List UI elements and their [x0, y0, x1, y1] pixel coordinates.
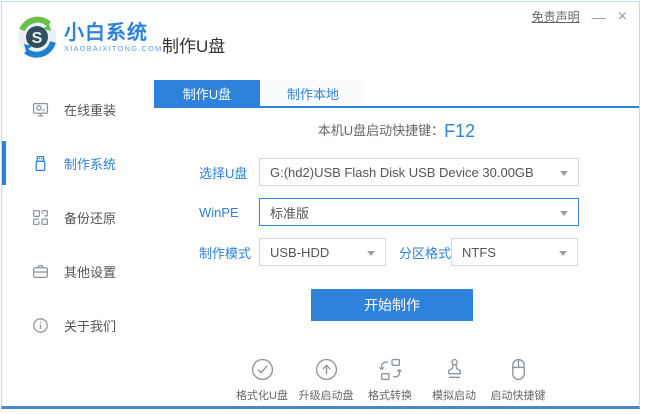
partition-select[interactable]: NTFS	[451, 238, 578, 266]
main-panel: 制作U盘 制作本地 本机U盘启动快捷键：F12 选择U盘 G:(hd2)USB …	[154, 80, 639, 406]
winpe-select[interactable]: 标准版	[259, 198, 579, 226]
header: S 小白系统 XIAOBAIXITONG.COM 制作U盘 免责声明 — ×	[2, 2, 639, 80]
disclaimer-link[interactable]: 免责声明	[532, 8, 580, 25]
sidebar-item-label: 关于我们	[64, 316, 116, 335]
sidebar-item-label: 在线重装	[64, 100, 116, 119]
sidebar-item-label: 其他设置	[64, 262, 116, 281]
brand-name: 小白系统	[64, 22, 163, 44]
chevron-down-icon	[559, 251, 567, 256]
sidebar-item-online-reinstall[interactable]: 在线重装	[2, 82, 154, 136]
mode-select[interactable]: USB-HDD	[259, 238, 386, 266]
tab-make-usb[interactable]: 制作U盘	[154, 80, 260, 106]
sidebar: 在线重装 制作系统 备份还原	[2, 80, 154, 406]
usb-select[interactable]: G:(hd2)USB Flash Disk USB Device 30.00GB	[259, 158, 579, 186]
winpe-select-label: WinPE	[199, 205, 259, 220]
window-controls: 免责声明 — ×	[532, 8, 627, 25]
upgrade-arrow-icon	[314, 357, 339, 382]
tool-format-convert[interactable]: 格式转换	[358, 357, 422, 403]
hotkey-mouse-icon	[506, 357, 531, 382]
minimize-button[interactable]: —	[592, 10, 606, 24]
usb-form: 选择U盘 G:(hd2)USB Flash Disk USB Device 30…	[199, 158, 639, 266]
sidebar-item-other-settings[interactable]: 其他设置	[2, 244, 154, 298]
tool-label: 格式转换	[368, 387, 412, 403]
tool-label: 启动快捷键	[491, 387, 546, 403]
usb-select-value: G:(hd2)USB Flash Disk USB Device 30.00GB	[270, 165, 534, 180]
tools-bar: 格式化U盘 升级启动盘 格式转换	[154, 357, 639, 403]
boot-hotkey-value: F12	[444, 121, 475, 141]
partition-select-value: NTFS	[462, 245, 496, 260]
brand-text: 小白系统 XIAOBAIXITONG.COM	[64, 22, 163, 53]
boot-hotkey-label: 本机U盘启动快捷键：	[318, 123, 444, 138]
tab-bar: 制作U盘 制作本地	[154, 80, 639, 108]
close-button[interactable]: ×	[618, 10, 627, 24]
boot-hotkey-line: 本机U盘启动快捷键：F12	[154, 120, 639, 142]
tool-label: 格式化U盘	[236, 387, 288, 403]
tool-label: 模拟启动	[432, 387, 476, 403]
page-title: 制作U盘	[162, 32, 225, 57]
logo-swirl-icon: S	[16, 16, 58, 58]
usb-select-label: 选择U盘	[199, 163, 259, 182]
sidebar-item-backup-restore[interactable]: 备份还原	[2, 190, 154, 244]
usb-drive-icon	[32, 155, 49, 172]
backup-grid-icon	[32, 209, 49, 226]
tool-format-usb[interactable]: 格式化U盘	[230, 357, 294, 403]
brand-logo: S 小白系统 XIAOBAIXITONG.COM	[16, 16, 163, 58]
winpe-select-value: 标准版	[270, 203, 309, 222]
tool-upgrade-boot-disk[interactable]: 升级启动盘	[294, 357, 358, 403]
tool-boot-hotkey[interactable]: 启动快捷键	[486, 357, 550, 403]
tab-make-local[interactable]: 制作本地	[260, 80, 366, 106]
simulate-stamp-icon	[442, 357, 467, 382]
sidebar-item-label: 备份还原	[64, 208, 116, 227]
mode-select-label: 制作模式	[199, 243, 259, 262]
sidebar-item-about-us[interactable]: 关于我们	[2, 298, 154, 352]
chevron-down-icon	[560, 171, 568, 176]
info-icon	[32, 317, 49, 334]
mode-select-value: USB-HDD	[270, 245, 329, 260]
format-check-icon	[250, 357, 275, 382]
app-window: S 小白系统 XIAOBAIXITONG.COM 制作U盘 免责声明 — × 在…	[1, 1, 640, 409]
monitor-reinstall-icon	[32, 101, 49, 118]
chevron-down-icon	[560, 211, 568, 216]
partition-select-label: 分区格式	[399, 243, 451, 262]
start-make-button[interactable]: 开始制作	[311, 289, 473, 321]
tool-label: 升级启动盘	[299, 387, 354, 403]
format-convert-icon	[378, 357, 403, 382]
svg-text:S: S	[32, 30, 43, 47]
brand-domain: XIAOBAIXITONG.COM	[64, 44, 163, 53]
briefcase-icon	[32, 263, 49, 280]
chevron-down-icon	[367, 251, 375, 256]
tool-simulate-boot[interactable]: 模拟启动	[422, 357, 486, 403]
sidebar-item-make-system[interactable]: 制作系统	[2, 136, 154, 190]
sidebar-item-label: 制作系统	[64, 154, 116, 173]
